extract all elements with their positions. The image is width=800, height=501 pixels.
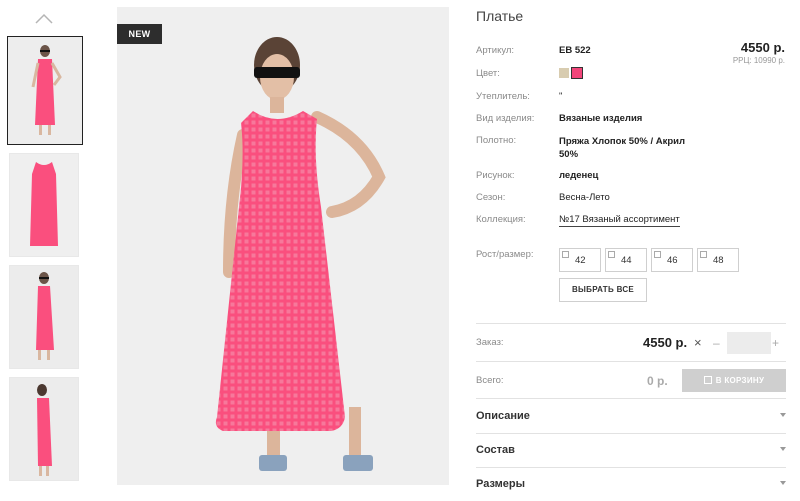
accordion-description[interactable]: Описание bbox=[476, 400, 786, 433]
accordion-title: Описание bbox=[476, 410, 530, 422]
size-value: 42 bbox=[575, 255, 586, 266]
collection-link[interactable]: №17 Вязаный ассортимент bbox=[559, 214, 680, 227]
color-label: Цвет: bbox=[476, 68, 500, 79]
select-all-sizes-button[interactable]: ВЫБРАТЬ ВСЕ bbox=[559, 278, 647, 302]
size-value: 44 bbox=[621, 255, 632, 266]
product-title: Платье bbox=[476, 8, 524, 24]
quantity-decrease-button[interactable]: – bbox=[713, 336, 720, 350]
thumbnail-4-image bbox=[10, 378, 78, 480]
add-to-cart-button[interactable]: В КОРЗИНУ bbox=[682, 369, 786, 392]
accordion-title: Состав bbox=[476, 444, 515, 456]
season-label: Сезон: bbox=[476, 192, 506, 203]
pattern-value: леденец bbox=[559, 170, 599, 181]
total-value: 0 р. bbox=[647, 374, 668, 388]
cart-icon bbox=[703, 376, 712, 384]
add-to-cart-label: В КОРЗИНУ bbox=[715, 376, 765, 385]
size-checkbox-icon bbox=[562, 251, 569, 258]
thumbnail-2[interactable] bbox=[9, 153, 79, 257]
size-value: 46 bbox=[667, 255, 678, 266]
thumbnail-3-image bbox=[10, 266, 78, 368]
insulation-value: " bbox=[559, 91, 563, 102]
new-badge: NEW bbox=[117, 24, 162, 44]
main-product-image bbox=[117, 7, 449, 485]
size-option-44[interactable]: 44 bbox=[605, 248, 647, 272]
model-illustration bbox=[117, 7, 449, 485]
chevron-down-icon bbox=[780, 413, 786, 417]
order-price: 4550 р. bbox=[643, 335, 688, 350]
size-option-48[interactable]: 48 bbox=[697, 248, 739, 272]
article-value: EB 522 bbox=[559, 45, 591, 56]
total-label: Всего: bbox=[476, 375, 504, 386]
accordion-title: Размеры bbox=[476, 478, 526, 490]
size-option-42[interactable]: 42 bbox=[559, 248, 601, 272]
thumbnail-1[interactable] bbox=[7, 36, 83, 145]
chevron-down-icon bbox=[780, 447, 786, 451]
thumbnail-4[interactable] bbox=[9, 377, 79, 481]
product-type-value: Вязаные изделия bbox=[559, 113, 643, 124]
season-value: Весна-Лето bbox=[559, 192, 610, 203]
fabric-value: Пряжа Хлопок 50% / Акрил 50% bbox=[559, 136, 686, 160]
quantity-input[interactable] bbox=[727, 332, 771, 354]
insulation-label: Утеплитель: bbox=[476, 91, 530, 102]
divider bbox=[476, 323, 786, 324]
article-label: Артикул: bbox=[476, 45, 515, 56]
size-checkbox-icon bbox=[654, 251, 661, 258]
remove-icon[interactable]: × bbox=[694, 335, 702, 350]
color-swatch-pink[interactable] bbox=[571, 67, 583, 79]
pattern-label: Рисунок: bbox=[476, 170, 515, 181]
collection-label: Коллекция: bbox=[476, 214, 526, 225]
product-price: 4550 р. bbox=[740, 40, 785, 55]
order-label: Заказ: bbox=[476, 337, 504, 348]
size-value: 48 bbox=[713, 255, 724, 266]
divider bbox=[476, 361, 786, 362]
thumbnail-2-image bbox=[10, 154, 78, 256]
size-checkbox-icon bbox=[700, 251, 707, 258]
thumbnail-3[interactable] bbox=[9, 265, 79, 369]
thumbnail-1-image bbox=[8, 37, 82, 144]
recommended-retail-price: РРЦ: 10990 р. bbox=[732, 56, 785, 65]
size-checkbox-icon bbox=[608, 251, 615, 258]
product-type-label: Вид изделия: bbox=[476, 113, 535, 124]
quantity-increase-button[interactable]: + bbox=[772, 336, 779, 350]
accordion-composition[interactable]: Состав bbox=[476, 434, 786, 467]
thumbnails-up-arrow-icon[interactable] bbox=[34, 12, 54, 26]
size-label: Рост/размер: bbox=[476, 249, 534, 260]
color-swatch-beige[interactable] bbox=[559, 68, 569, 78]
divider bbox=[476, 398, 786, 399]
fabric-label: Полотно: bbox=[476, 135, 517, 146]
chevron-down-icon bbox=[780, 481, 786, 485]
size-option-46[interactable]: 46 bbox=[651, 248, 693, 272]
